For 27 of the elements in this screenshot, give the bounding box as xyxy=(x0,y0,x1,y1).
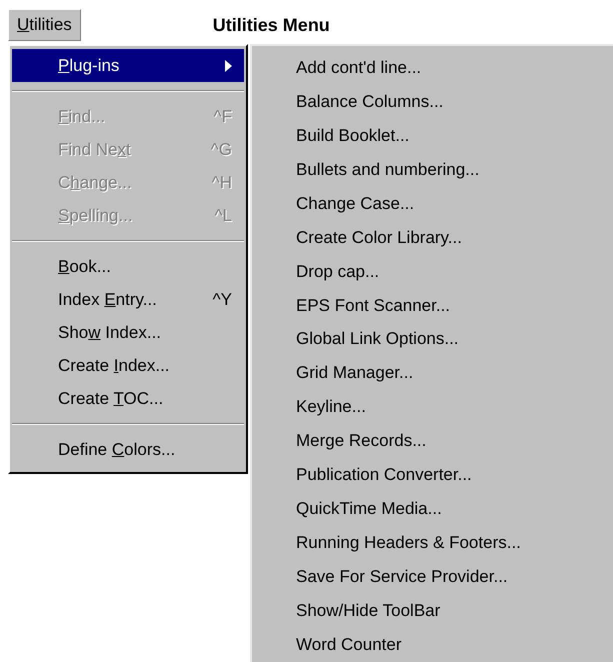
menu-item[interactable]: EPS Font Scanner... xyxy=(252,288,613,322)
menu-item[interactable]: Word Counter xyxy=(252,628,613,662)
menu-item[interactable]: Running Headers & Footers... xyxy=(252,526,613,560)
menu-bar-item[interactable]: Utilities xyxy=(8,9,81,41)
menu-item[interactable]: QuickTime Media... xyxy=(252,492,613,526)
menu-item[interactable]: Save For Service Provider... xyxy=(252,560,613,594)
menu-item[interactable]: Define Colors... xyxy=(12,433,244,466)
menu-item[interactable]: Build Booklet... xyxy=(252,118,613,153)
menu-item[interactable]: Create Index... xyxy=(12,349,244,382)
menu-item[interactable]: Global Link Options... xyxy=(252,322,613,356)
menu-item[interactable]: Keyline... xyxy=(252,390,613,424)
menu-item[interactable]: Publication Converter... xyxy=(252,458,613,492)
menu-item[interactable]: Bullets and numbering... xyxy=(252,152,613,187)
menu-item[interactable]: Create TOC... xyxy=(12,382,244,415)
menu-item[interactable]: Add cont'd line... xyxy=(252,51,613,85)
menu-item[interactable]: Show Index... xyxy=(12,316,244,349)
menu-item[interactable]: Index Entry... ^Y xyxy=(12,283,244,316)
page-title: Utilities Menu xyxy=(212,14,330,36)
menu-item[interactable]: Grid Manager... xyxy=(252,356,613,390)
menu-item[interactable]: Show/Hide ToolBar xyxy=(252,594,613,628)
menu-item[interactable]: Change Case... xyxy=(252,186,613,221)
menu-item[interactable]: Create Color Library... xyxy=(252,220,613,255)
menu-item[interactable]: Merge Records... xyxy=(252,424,613,458)
menu-item[interactable]: Book... xyxy=(12,250,244,283)
menu-item[interactable]: Plug-ins xyxy=(12,49,244,82)
menu-item[interactable]: Drop cap... xyxy=(252,254,613,289)
menu-item[interactable]: Balance Columns... xyxy=(252,84,613,119)
